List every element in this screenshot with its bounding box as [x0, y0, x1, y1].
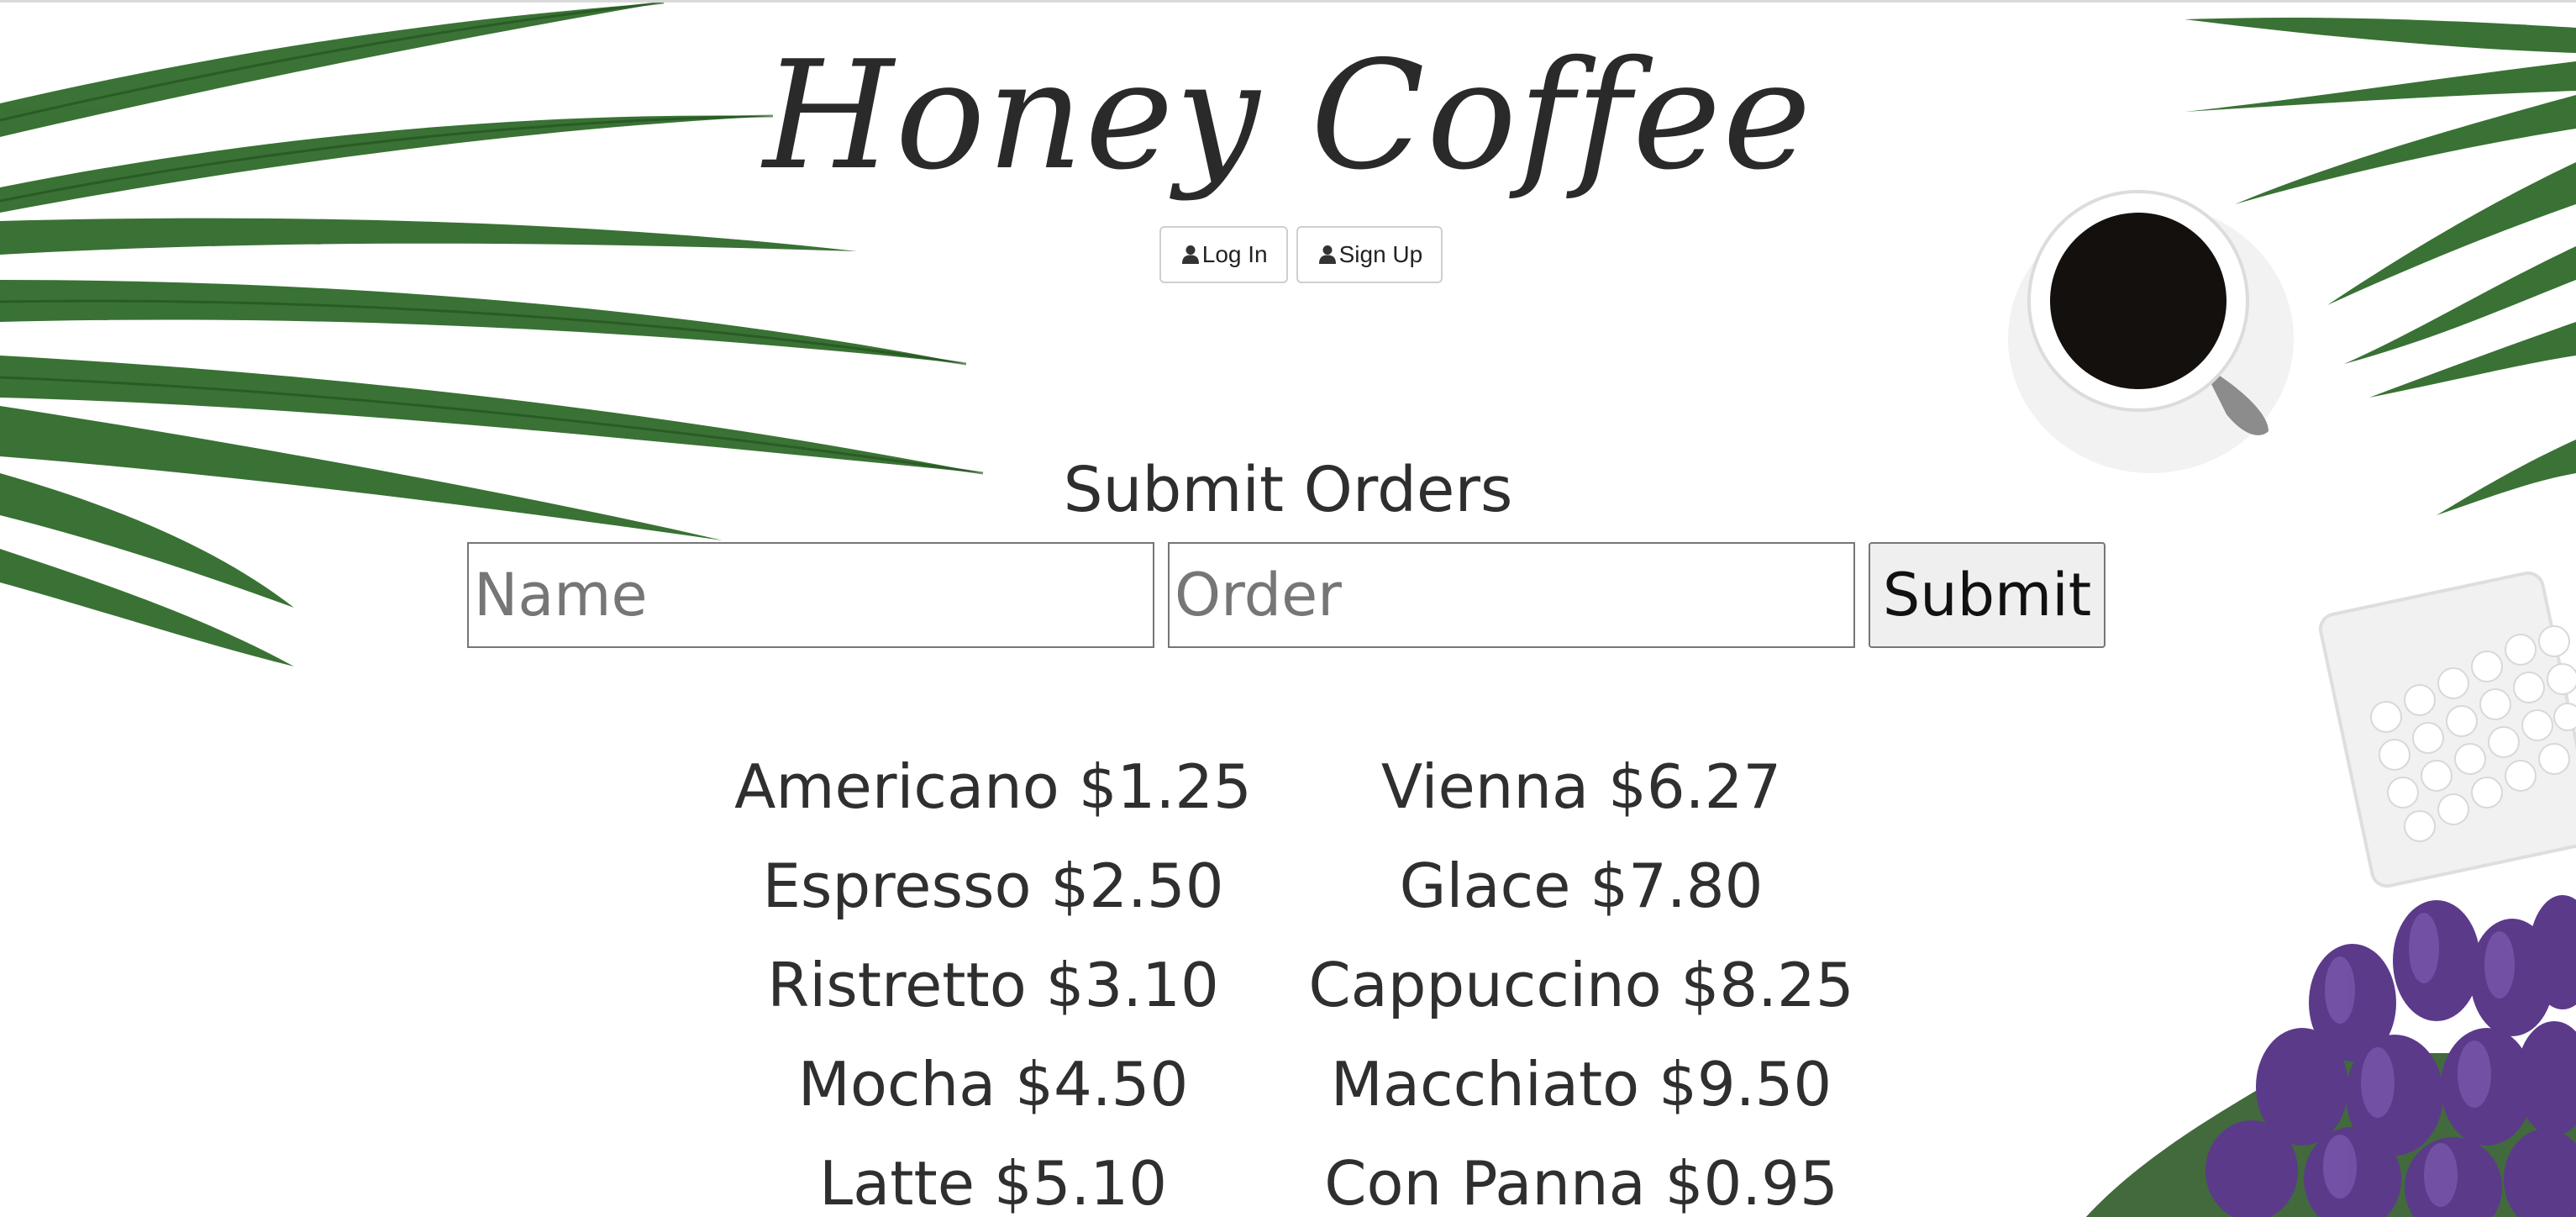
name-input[interactable]: [467, 542, 1154, 648]
tulips: [2085, 895, 2576, 1217]
order-form: Submit: [467, 542, 2105, 648]
menu-item: Macchiato $9.50: [1330, 1049, 1832, 1120]
signup-button[interactable]: Sign Up: [1296, 226, 1443, 283]
menu-item: Americano $1.25: [734, 751, 1252, 822]
menu-column-left: Americano $1.25 Espresso $2.50 Ristretto…: [649, 737, 1338, 1217]
signup-label: Sign Up: [1338, 241, 1423, 267]
menu-item: Espresso $2.50: [762, 851, 1224, 921]
submit-button[interactable]: Submit: [1869, 542, 2105, 648]
order-input[interactable]: [1168, 542, 1855, 648]
menu-item: Glace $7.80: [1399, 851, 1764, 921]
page: Honey Coffee Log In Sign Up Submit Order…: [0, 0, 2576, 1217]
login-button[interactable]: Log In: [1159, 226, 1288, 283]
submit-orders-heading: Submit Orders: [1063, 454, 1513, 526]
candy-dish: [2318, 571, 2576, 888]
menu-item: Cappuccino $8.25: [1308, 950, 1854, 1020]
auth-buttons: Log In Sign Up: [0, 226, 2576, 283]
menu-item: Mocha $4.50: [797, 1049, 1189, 1120]
login-label: Log In: [1201, 241, 1268, 267]
user-icon: [1318, 245, 1337, 265]
menu-item: Latte $5.10: [819, 1148, 1167, 1217]
menu-item: Vienna $6.27: [1380, 751, 1782, 822]
menu-column-right: Vienna $6.27 Glace $7.80 Cappuccino $8.2…: [1237, 737, 1926, 1217]
site-title: Honey Coffee: [763, 29, 1813, 203]
user-icon: [1181, 245, 1200, 265]
menu-item: Con Panna $0.95: [1324, 1148, 1838, 1217]
menu-item: Ristretto $3.10: [767, 950, 1219, 1020]
